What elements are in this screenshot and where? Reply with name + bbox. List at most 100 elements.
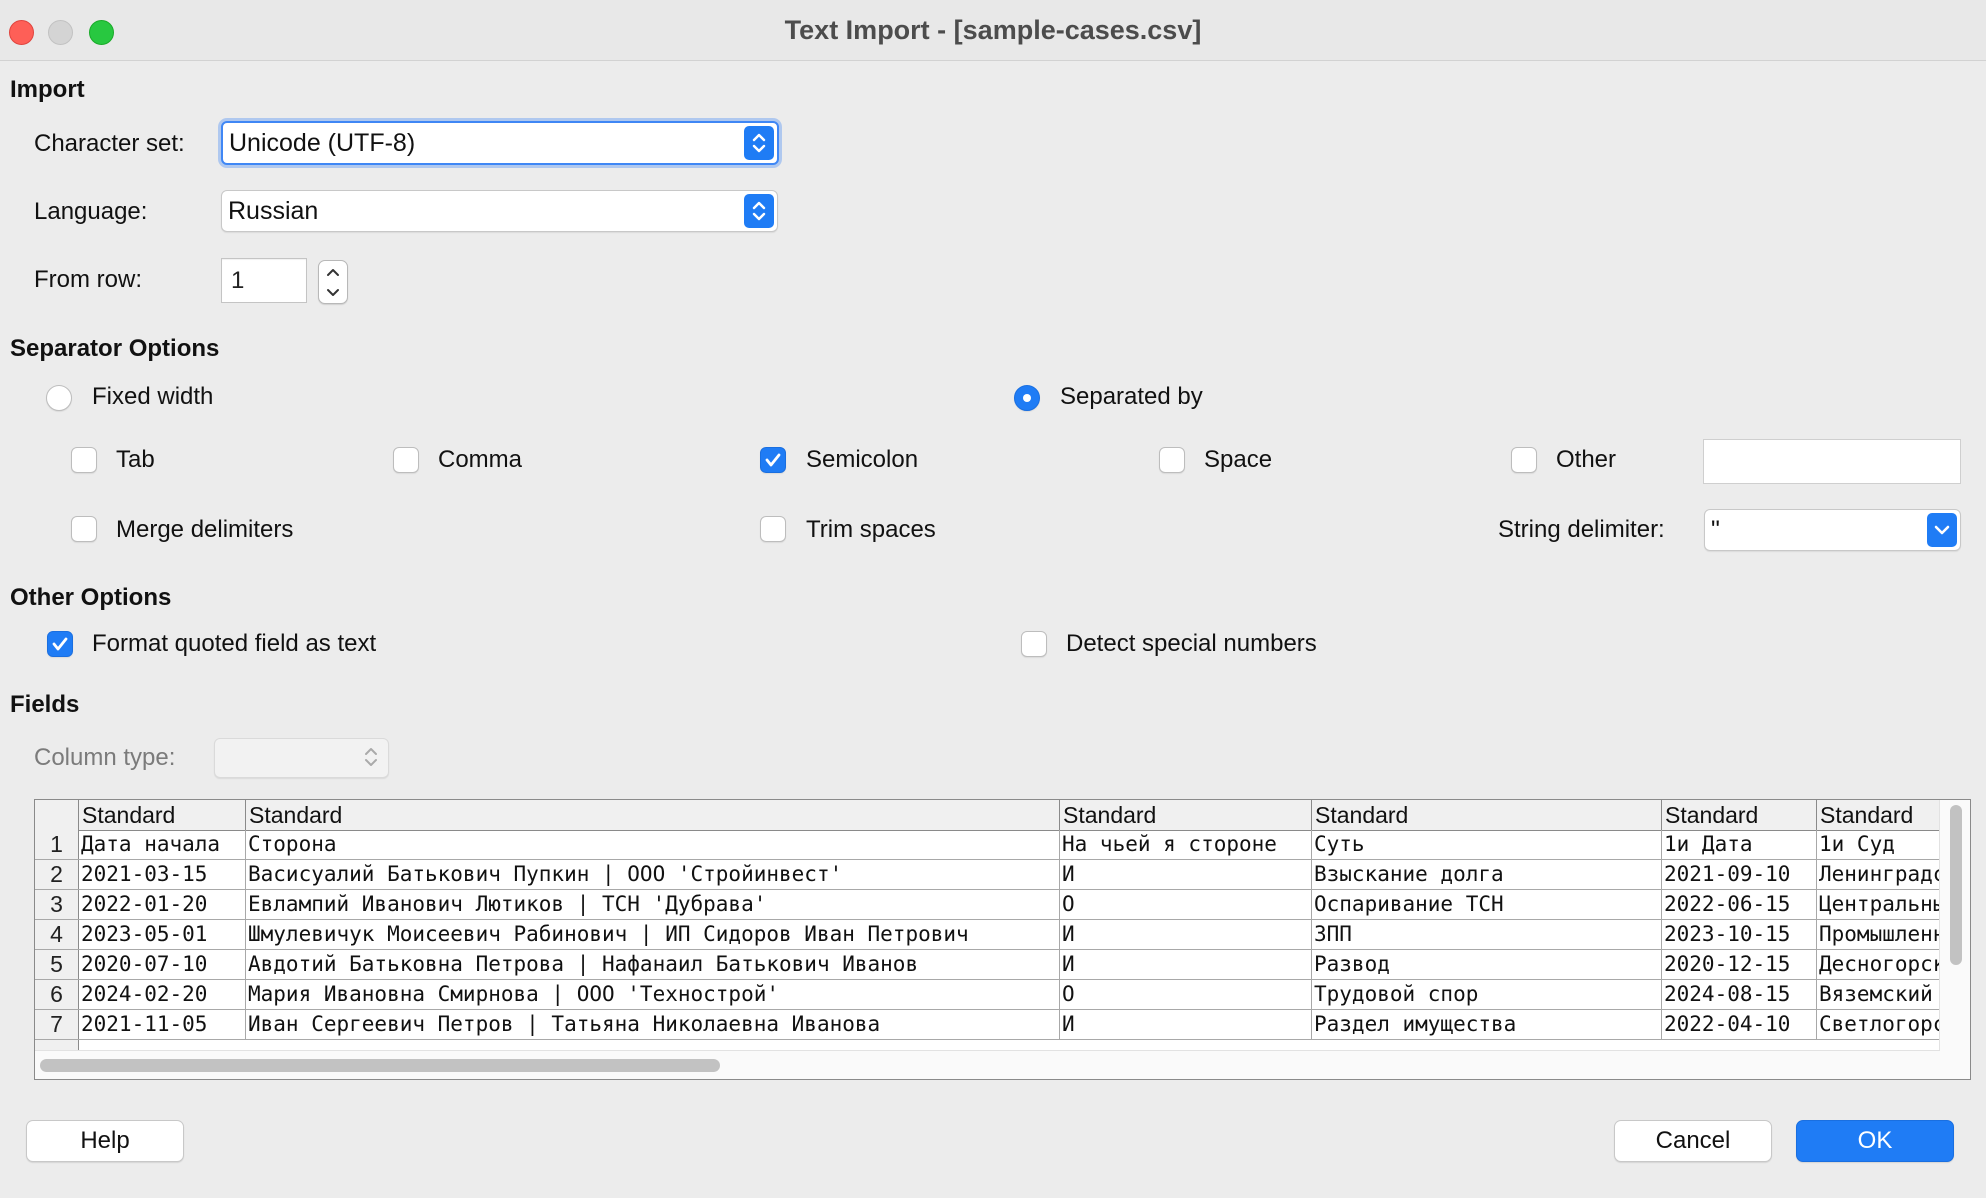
other-checkbox[interactable]	[1511, 447, 1537, 473]
grid-header-row: Standard Standard Standard Standard Stan…	[35, 800, 1970, 831]
format-quoted-label[interactable]: Format quoted field as text	[92, 630, 376, 658]
comma-label[interactable]: Comma	[438, 446, 522, 474]
table-row[interactable]: 1 Дата начала Сторона На чьей я стороне Суть…	[35, 830, 1970, 860]
column-type-label: Column type:	[34, 744, 176, 771]
table-cell: 2022-04-10	[1662, 1010, 1817, 1039]
separator-options-heading: Separator Options	[10, 335, 220, 362]
column-header[interactable]: Standard	[1060, 800, 1312, 830]
column-header[interactable]: Standard	[246, 800, 1060, 830]
row-number[interactable]: 1	[35, 830, 79, 859]
semicolon-label[interactable]: Semicolon	[806, 446, 918, 474]
row-number[interactable]: 5	[35, 950, 79, 979]
column-header[interactable]: Standard	[1312, 800, 1662, 830]
table-cell: 2021-03-15	[79, 860, 246, 889]
import-heading: Import	[10, 76, 85, 103]
vertical-scrollbar[interactable]	[1939, 800, 1970, 1079]
row-number[interactable]: 3	[35, 890, 79, 919]
tab-checkbox[interactable]	[71, 447, 97, 473]
column-header[interactable]: Standard	[79, 800, 246, 830]
horizontal-scrollbar[interactable]	[35, 1050, 1940, 1079]
comma-checkbox[interactable]	[393, 447, 419, 473]
ok-button[interactable]: OK	[1796, 1120, 1954, 1162]
string-delimiter-value: "	[1711, 515, 1720, 544]
chevron-down-icon[interactable]	[319, 282, 347, 303]
from-row-label: From row:	[34, 266, 142, 293]
vertical-scroll-thumb[interactable]	[1950, 805, 1962, 965]
fields-preview-grid[interactable]: Standard Standard Standard Standard Stan…	[34, 799, 1971, 1080]
updown-chevron-icon	[744, 126, 774, 160]
format-quoted-checkbox[interactable]	[47, 631, 73, 657]
table-row[interactable]: 5 2020-07-10 Авдотий Батьковна Петрова | Н…	[35, 950, 1970, 980]
title-bar: Text Import - [sample-cases.csv]	[0, 0, 1986, 61]
string-delimiter-select[interactable]: "	[1704, 509, 1961, 551]
grid-corner	[35, 800, 79, 830]
charset-select[interactable]: Unicode (UTF-8)	[221, 121, 779, 165]
table-row[interactable]: 3 2022-01-20 Евлампий Иванович Лютиков | Т…	[35, 890, 1970, 920]
language-label: Language:	[34, 198, 148, 225]
language-select[interactable]: Russian	[221, 190, 778, 232]
table-cell: 2024-08-15	[1662, 980, 1817, 1009]
table-cell: ЗПП	[1312, 920, 1662, 949]
merge-delimiters-checkbox[interactable]	[71, 516, 97, 542]
fixed-width-radio[interactable]	[46, 385, 72, 411]
table-cell: Суть	[1312, 830, 1662, 859]
row-number[interactable]: 2	[35, 860, 79, 889]
trim-spaces-label[interactable]: Trim spaces	[806, 516, 936, 544]
merge-delimiters-label[interactable]: Merge delimiters	[116, 516, 293, 544]
help-button[interactable]: Help	[26, 1120, 184, 1162]
table-row[interactable]: 6 2024-02-20 Мария Ивановна Смирнова | ООО…	[35, 980, 1970, 1010]
table-cell: О	[1060, 890, 1312, 919]
trim-spaces-checkbox[interactable]	[760, 516, 786, 542]
table-cell: 2021-09-10	[1662, 860, 1817, 889]
checkmark-icon	[765, 453, 781, 467]
row-number[interactable]: 4	[35, 920, 79, 949]
other-separator-input[interactable]	[1703, 439, 1961, 484]
table-row[interactable]: 2 2021-03-15 Васисуалий Батькович Пупкин |…	[35, 860, 1970, 890]
table-row[interactable]: 4 2023-05-01 Шмулевичук Моисеевич Рабинови…	[35, 920, 1970, 950]
column-header[interactable]: Standard	[1817, 800, 1940, 830]
table-cell: 2024-02-20	[79, 980, 246, 1009]
table-cell: И	[1060, 950, 1312, 979]
table-cell: Центральный	[1817, 890, 1940, 919]
table-cell: Взыскание долга	[1312, 860, 1662, 889]
detect-special-checkbox[interactable]	[1021, 631, 1047, 657]
table-cell: Развод	[1312, 950, 1662, 979]
table-cell: Десногорский	[1817, 950, 1940, 979]
table-cell: Оспаривание ТСН	[1312, 890, 1662, 919]
table-cell: 2022-06-15	[1662, 890, 1817, 919]
chevron-up-icon[interactable]	[319, 261, 347, 282]
row-number[interactable]: 7	[35, 1010, 79, 1039]
table-cell: Промышленный	[1817, 920, 1940, 949]
table-cell: Иван Сергеевич Петров | Татьяна Николаев…	[246, 1010, 1060, 1039]
cancel-button[interactable]: Cancel	[1614, 1120, 1772, 1162]
table-cell: Раздел имущества	[1312, 1010, 1662, 1039]
column-type-select[interactable]	[214, 738, 389, 778]
updown-chevron-icon	[744, 194, 774, 228]
other-label[interactable]: Other	[1556, 446, 1616, 474]
other-options-heading: Other Options	[10, 584, 172, 611]
semicolon-checkbox[interactable]	[760, 447, 786, 473]
horizontal-scroll-thumb[interactable]	[40, 1059, 720, 1072]
table-row[interactable]: 7 2021-11-05 Иван Сергеевич Петров | Татья…	[35, 1010, 1970, 1040]
from-row-stepper[interactable]	[318, 260, 348, 304]
fields-heading: Fields	[10, 691, 80, 718]
table-cell: Трудовой спор	[1312, 980, 1662, 1009]
space-checkbox[interactable]	[1159, 447, 1185, 473]
table-cell: И	[1060, 920, 1312, 949]
table-cell: Дата начала	[79, 830, 246, 859]
table-cell: 2021-11-05	[79, 1010, 246, 1039]
text-import-dialog: Text Import - [sample-cases.csv] Import …	[0, 0, 1986, 1198]
fixed-width-label[interactable]: Fixed width	[92, 383, 213, 411]
column-header[interactable]: Standard	[1662, 800, 1817, 830]
detect-special-label[interactable]: Detect special numbers	[1066, 630, 1317, 658]
tab-label[interactable]: Tab	[116, 446, 155, 474]
row-number[interactable]: 6	[35, 980, 79, 1009]
table-cell: 2022-01-20	[79, 890, 246, 919]
charset-value: Unicode (UTF-8)	[229, 128, 416, 157]
space-label[interactable]: Space	[1204, 446, 1272, 474]
table-cell: 2020-07-10	[79, 950, 246, 979]
separated-by-radio[interactable]	[1014, 385, 1040, 411]
separated-by-label[interactable]: Separated by	[1060, 383, 1203, 411]
from-row-input[interactable]: 1	[221, 258, 307, 303]
table-cell: 1и Суд	[1817, 830, 1940, 859]
